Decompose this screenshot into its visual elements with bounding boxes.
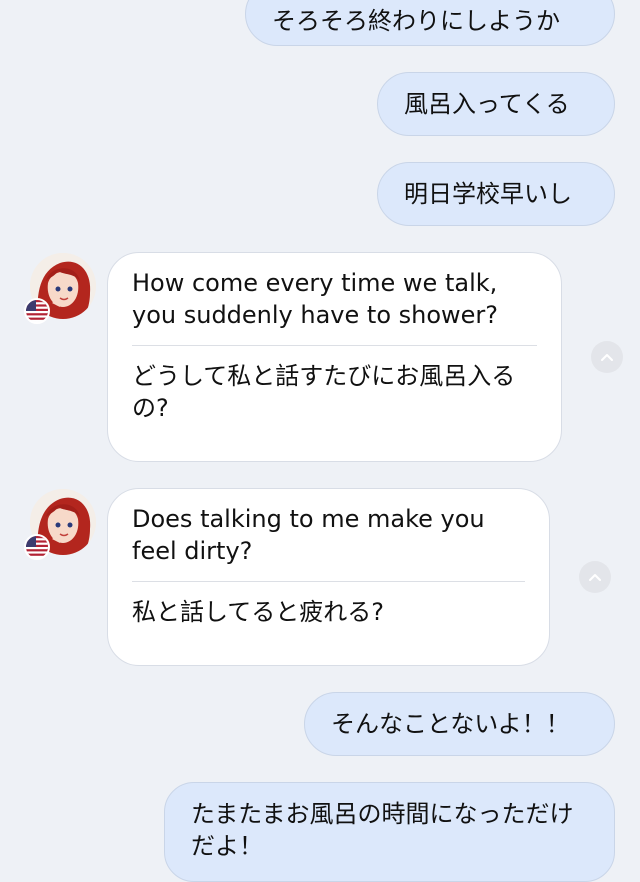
message-text: そろそろ終わりにしようか	[272, 7, 560, 35]
translation-divider	[132, 345, 537, 346]
incoming-message[interactable]: How come every time we talk, you suddenl…	[107, 252, 562, 462]
outgoing-message[interactable]: たまたまお風呂の時間になっただけだよ！	[164, 782, 615, 882]
original-text: How come every time we talk, you suddenl…	[132, 269, 499, 329]
incoming-message[interactable]: Does talking to me make you feel dirty? …	[107, 488, 550, 666]
message-text: 明日学校早いし	[404, 180, 572, 208]
translated-text: どうして私と話すたびにお風呂入るの?	[132, 362, 516, 422]
original-text: Does talking to me make you feel dirty?	[132, 505, 485, 565]
message-text: そんなことないよ！！	[331, 710, 570, 738]
chevron-up-icon[interactable]	[579, 561, 611, 593]
us-flag-icon	[24, 534, 50, 560]
chevron-up-icon[interactable]	[591, 341, 623, 373]
outgoing-message[interactable]: 明日学校早いし	[377, 162, 615, 226]
us-flag-icon	[24, 298, 50, 324]
outgoing-message[interactable]: 風呂入ってくる	[377, 72, 615, 136]
message-text: 風呂入ってくる	[404, 90, 570, 118]
chat-thread: そろそろ終わりにしようか 風呂入ってくる 明日学校早いし How come ev…	[0, 0, 640, 882]
translated-text: 私と話してると疲れる?	[132, 598, 385, 626]
message-text: たまたまお風呂の時間になっただけだよ！	[191, 800, 574, 860]
outgoing-message[interactable]: そんなことないよ！！	[304, 692, 615, 756]
outgoing-message[interactable]: そろそろ終わりにしようか	[245, 0, 615, 46]
translation-divider	[132, 581, 525, 582]
